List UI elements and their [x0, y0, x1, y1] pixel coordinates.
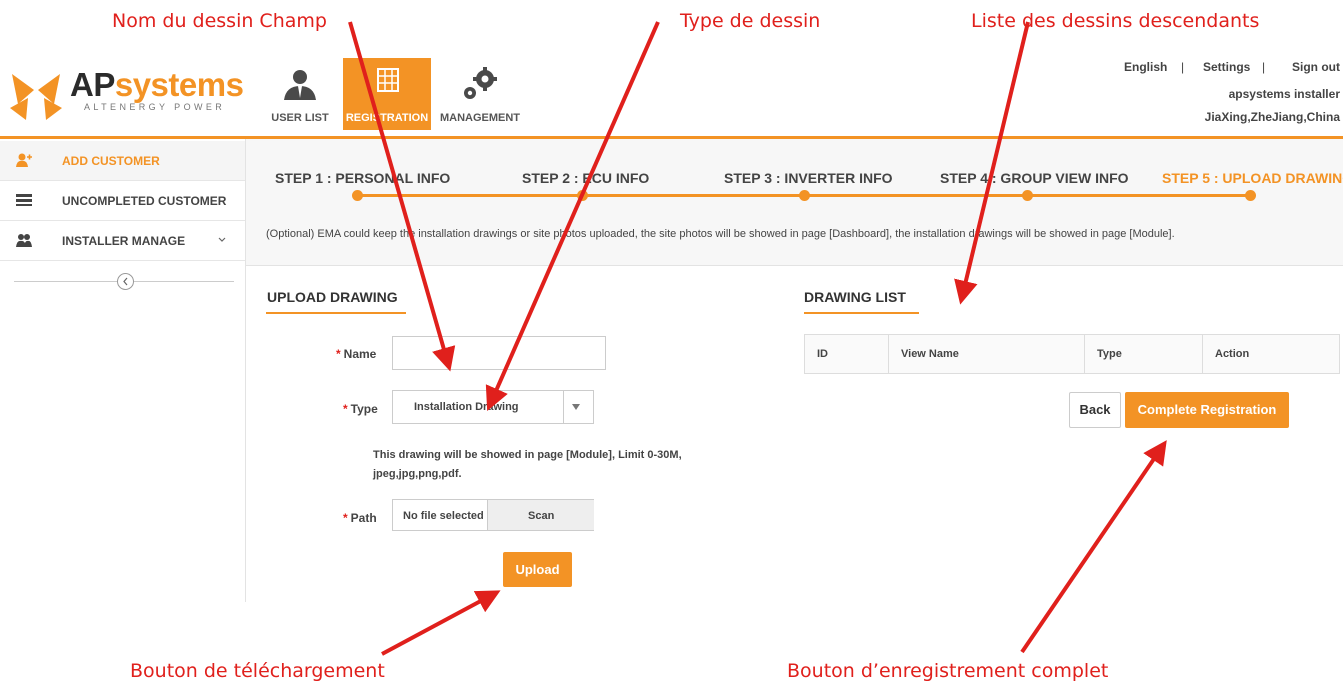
annotation-name-field: Nom du dessin Champ [112, 10, 327, 32]
arrow-to-drawing-list [954, 21, 1030, 305]
annotation-drawing-type: Type de dessin [680, 10, 821, 32]
annotation-complete-button: Bouton d’enregistrement complet [787, 660, 1109, 682]
arrow-to-upload-button [381, 590, 501, 656]
arrow-to-name-field [348, 21, 456, 372]
annotation-arrows [348, 21, 1167, 656]
arrow-to-complete-button [1020, 440, 1167, 654]
annotation-upload-button: Bouton de téléchargement [130, 660, 385, 682]
arrow-to-type-select [485, 21, 660, 411]
annotation-drawing-list: Liste des dessins descendants [971, 10, 1260, 32]
